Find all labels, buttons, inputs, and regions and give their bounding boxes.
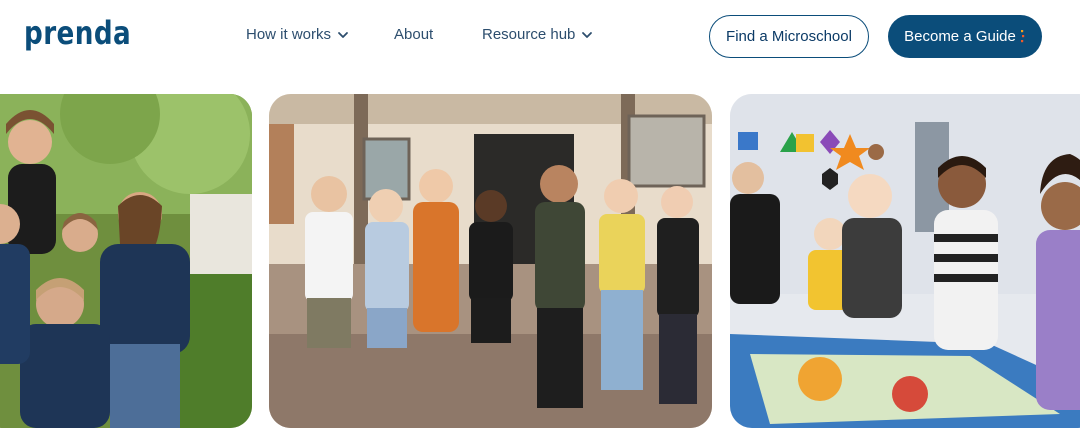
nav-about-label: About xyxy=(394,26,434,43)
photo-group-illustration xyxy=(269,94,712,428)
spark-icon xyxy=(1020,29,1025,42)
photo-classroom-illustration xyxy=(730,94,1080,428)
gallery-photo-group xyxy=(269,94,712,428)
nav-how-it-works[interactable]: How it works xyxy=(246,26,349,43)
nav-resource-hub[interactable]: Resource hub xyxy=(482,26,593,43)
find-a-microschool-label: Find a Microschool xyxy=(726,28,852,45)
find-a-microschool-button[interactable]: Find a Microschool xyxy=(709,15,869,58)
chevron-down-icon xyxy=(582,31,593,38)
gallery-photo-backyard xyxy=(0,94,252,428)
become-a-guide-button[interactable]: Become a Guide xyxy=(888,15,1042,58)
nav-about[interactable]: About xyxy=(394,26,433,43)
site-header: prenda How it works About Resource hub F… xyxy=(0,0,1080,72)
chevron-down-icon xyxy=(338,31,348,38)
prenda-logo[interactable]: prenda xyxy=(24,14,131,52)
photo-backyard-illustration xyxy=(0,94,252,428)
nav-how-it-works-label: How it works xyxy=(246,26,332,43)
gallery-photo-classroom xyxy=(730,94,1080,428)
become-a-guide-label: Become a Guide xyxy=(904,28,1016,45)
nav-resource-hub-label: Resource hub xyxy=(482,26,576,43)
